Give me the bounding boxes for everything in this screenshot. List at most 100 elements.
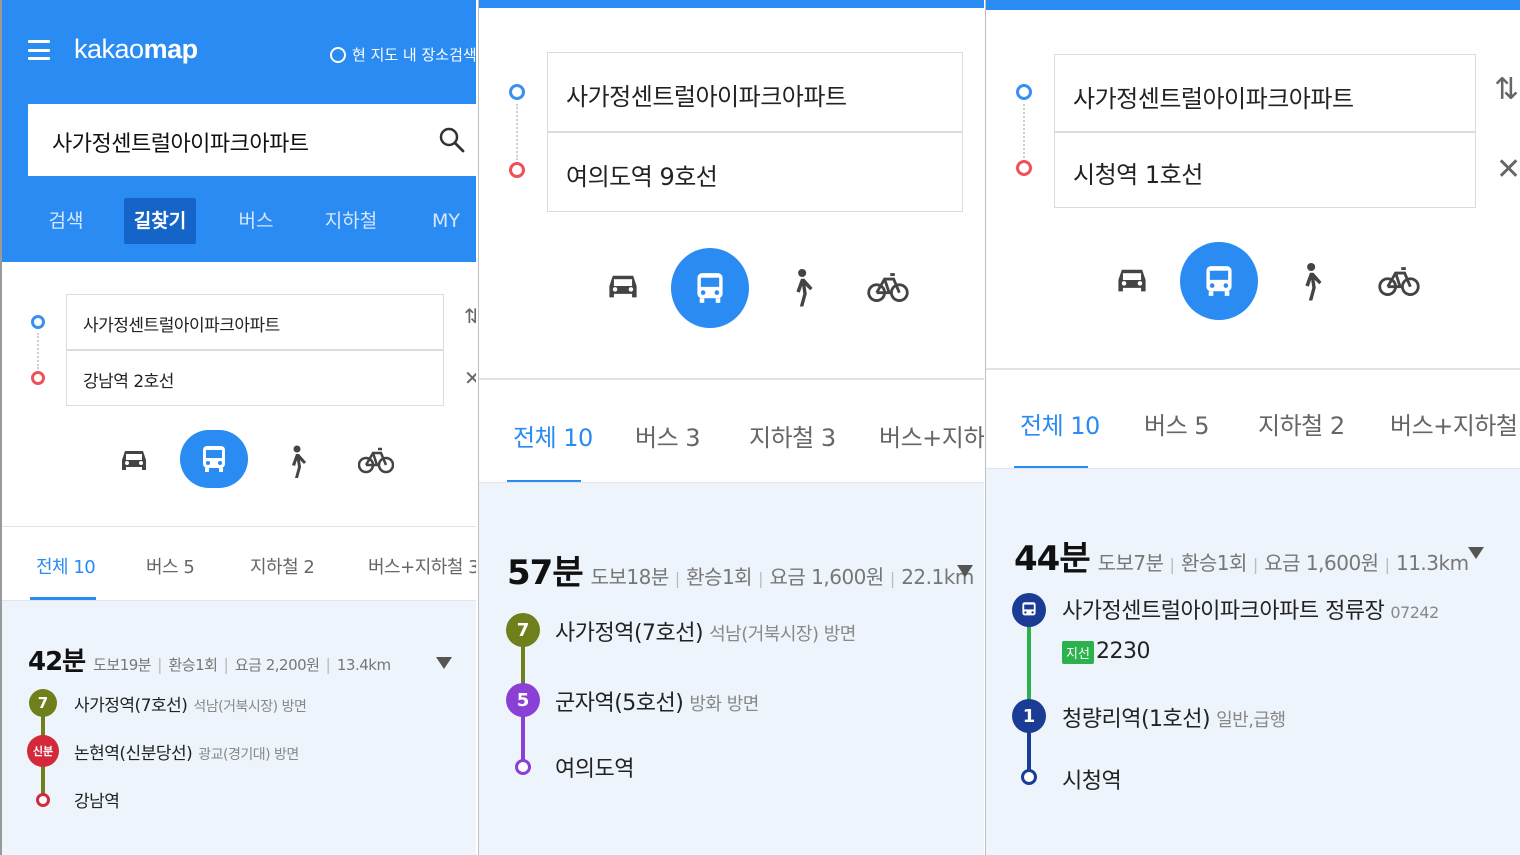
route-result-card[interactable]: 44분 도보7분 | 환승1회 | 요금 1,600원 | 11.3km 사가정센트럴… [986,468,1520,855]
destination-marker-icon [31,371,45,385]
origin-text: 사가정센트럴아이파크아파트 [1073,85,1354,113]
mode-walk-icon[interactable] [1288,256,1332,308]
mode-bike-icon[interactable] [863,264,913,310]
clear-icon[interactable]: ✕ [464,366,476,390]
mode-bike-icon[interactable] [1374,258,1424,304]
search-input[interactable]: 사가정센트럴아이파크아파트 [28,104,476,176]
destination-text: 시청역 1호선 [1073,161,1203,189]
category-tabs: 전체 10 버스 5 지하철 2 버스+지하철 3 [986,368,1520,469]
route-panel-gangnam: kakaomap 현 지도 내 장소검색 사가정센트럴아이파크아파트 검색 길찾… [0,0,476,855]
tab-bus-subway[interactable]: 버스+지하철 3 [368,553,476,579]
expand-arrow-icon[interactable] [436,657,452,669]
header-strip [479,0,984,8]
origin-input[interactable]: 사가정센트럴아이파크아파트 [547,52,963,132]
destination-text: 강남역 2호선 [83,372,174,392]
route-step: 사가정역(7호선) 석남(거북시장) 방면 [555,615,856,647]
tab-all[interactable]: 전체 10 [513,418,593,453]
mode-walk-icon[interactable] [276,440,316,484]
category-tabs: 전체 10 버스 3 지하철 3 버스+지하철 4 [479,378,984,483]
expand-arrow-icon[interactable] [1468,547,1484,559]
swap-icon[interactable]: ⇅ [464,304,476,328]
tab-all[interactable]: 전체 10 [1020,406,1100,441]
line5-badge: 5 [506,683,540,717]
mode-walk-icon[interactable] [779,262,823,314]
route-walk: 도보19분 [93,656,152,674]
bus-stop-step: 사가정센트럴아이파크아파트 정류장 07242 [1062,593,1439,625]
route-minutes: 57분 [507,553,584,593]
destination-marker-icon [1016,160,1032,176]
route-transfer: 환승1회 [168,656,218,674]
bus-number: 2230 [1096,639,1151,664]
step-direction: 석남(거북시장) 방면 [709,624,856,645]
nav-tab-subway[interactable]: 지하철 [316,198,386,244]
search-icon[interactable] [438,126,466,154]
tab-subway[interactable]: 지하철 3 [749,418,836,453]
route-transfer: 환승1회 [1180,551,1247,575]
tab-bus[interactable]: 버스 5 [1144,406,1210,441]
origin-text: 사가정센트럴아이파크아파트 [83,316,280,336]
clear-icon[interactable]: ✕ [1496,152,1520,187]
route-fare: 요금 2,200원 [234,656,320,674]
step-direction: 일반,급행 [1216,710,1286,731]
route-summary: 44분 도보7분 | 환승1회 | 요금 1,600원 | 11.3km [1014,531,1469,580]
route-connector [516,104,518,160]
nav-tab-directions[interactable]: 길찾기 [124,198,196,244]
route-distance: 11.3km [1395,551,1469,575]
origin-marker-icon [31,315,45,329]
tab-bus[interactable]: 버스 5 [146,553,195,579]
arrival-marker-icon [515,759,531,775]
route-step: 논현역(신분당선) 광교(경기대) 방면 [74,739,299,764]
mode-transit-icon[interactable] [180,430,248,488]
origin-input[interactable]: 사가정센트럴아이파크아파트 [66,294,444,350]
route-panel-yeouido: 사가정센트럴아이파크아파트 여의도역 9호선 전체 10 버스 3 지하철 3 … [478,0,984,855]
expand-arrow-icon[interactable] [957,565,973,577]
nav-tab-bus[interactable]: 버스 [226,198,286,244]
tab-subway[interactable]: 지하철 2 [1258,406,1345,441]
kakaomap-logo[interactable]: kakaomap [74,34,198,65]
bus-stop-name: 사가정센트럴아이파크아파트 정류장 [1062,599,1385,624]
swap-icon[interactable]: ⇅ [1494,72,1519,107]
bus-type-badge: 지선 [1062,641,1094,664]
tab-all[interactable]: 전체 10 [36,553,96,579]
destination-text: 여의도역 9호선 [566,163,718,191]
tab-bus-subway[interactable]: 버스+지하철 4 [879,418,984,453]
route-step-arrival: 여의도역 [555,757,634,782]
origin-text: 사가정센트럴아이파크아파트 [566,83,847,111]
mode-transit-icon[interactable] [671,248,749,328]
route-minutes: 42분 [28,647,86,677]
route-walk: 도보18분 [590,565,670,589]
step-station: 청량리역(1호선) [1062,707,1211,732]
tab-bus[interactable]: 버스 3 [635,418,701,453]
step-station: 논현역(신분당선) [74,744,193,764]
route-step: 청량리역(1호선) 일반,급행 [1062,701,1286,733]
map-area-search-label: 현 지도 내 장소검색 [352,46,476,64]
route-connector [1023,104,1025,158]
main-nav: 검색 길찾기 버스 지하철 MY [2,198,476,244]
line7-badge: 7 [506,613,540,647]
line1-badge: 1 [1012,699,1046,733]
tab-subway[interactable]: 지하철 2 [250,553,315,579]
mode-bike-icon[interactable] [354,440,398,480]
route-minutes: 44분 [1014,539,1091,579]
mode-car-icon[interactable] [1110,258,1154,302]
origin-marker-icon [1016,84,1032,100]
origin-input[interactable]: 사가정센트럴아이파크아파트 [1054,54,1476,132]
nav-tab-my[interactable]: MY [416,198,476,244]
route-result-card[interactable]: 42분 도보19분 | 환승1회 | 요금 2,200원 | 13.4km 7 사가정… [2,600,476,855]
route-summary: 57분 도보18분 | 환승1회 | 요금 1,600원 | 22.1km [507,545,974,594]
bus-stop-code: 07242 [1390,603,1439,622]
destination-input[interactable]: 강남역 2호선 [66,350,444,406]
nav-tab-search[interactable]: 검색 [38,198,94,244]
map-area-search-toggle[interactable]: 현 지도 내 장소검색 [330,44,476,65]
mode-car-icon[interactable] [114,440,154,480]
tab-bus-subway[interactable]: 버스+지하철 3 [1390,406,1520,441]
menu-icon[interactable] [28,40,50,60]
bus-stop-icon [1012,593,1046,627]
mode-car-icon[interactable] [601,264,645,308]
route-walk: 도보7분 [1097,551,1164,575]
radio-icon[interactable] [330,46,346,63]
destination-input[interactable]: 여의도역 9호선 [547,132,963,212]
destination-input[interactable]: 시청역 1호선 [1054,132,1476,208]
mode-transit-icon[interactable] [1180,242,1258,320]
route-result-card[interactable]: 57분 도보18분 | 환승1회 | 요금 1,600원 | 22.1km 7 사가정… [479,482,984,855]
